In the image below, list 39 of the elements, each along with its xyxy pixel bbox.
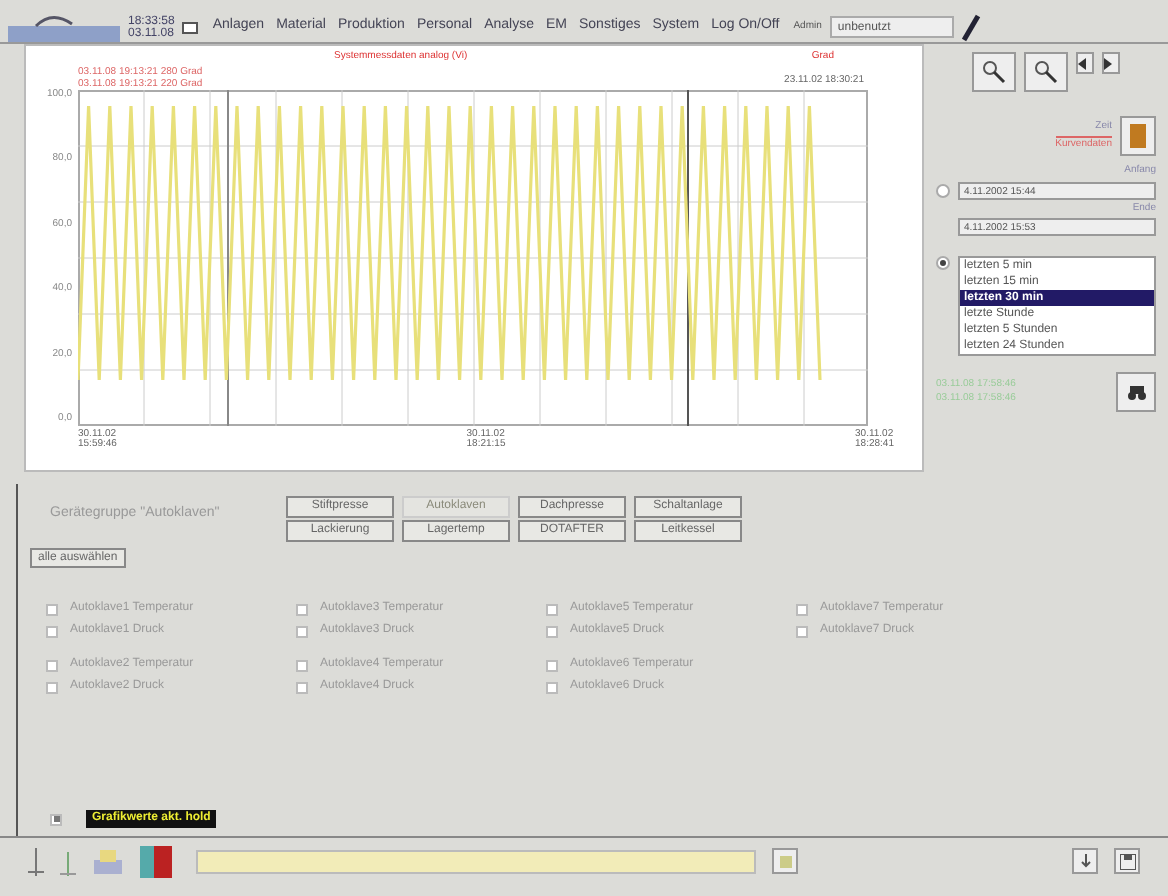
radio-button[interactable] bbox=[936, 183, 950, 197]
radio-button[interactable] bbox=[936, 256, 950, 270]
note-button[interactable] bbox=[772, 848, 798, 874]
magnifier-icon bbox=[982, 60, 1006, 84]
monitor-icon bbox=[182, 21, 199, 33]
checkbox[interactable] bbox=[46, 681, 58, 693]
binoculars-icon bbox=[1127, 385, 1145, 399]
down-arrow-icon bbox=[1079, 854, 1091, 868]
binoculars-button[interactable] bbox=[1116, 372, 1156, 412]
checkbox[interactable] bbox=[296, 625, 308, 637]
checkbox[interactable] bbox=[296, 603, 308, 615]
right-arrow-icon bbox=[1104, 57, 1114, 69]
checkbox[interactable] bbox=[796, 625, 808, 637]
checkbox[interactable] bbox=[796, 603, 808, 615]
checkbox[interactable] bbox=[46, 603, 58, 615]
checkbox[interactable] bbox=[546, 681, 558, 693]
note-icon bbox=[779, 855, 791, 867]
zoom-out-button[interactable] bbox=[972, 52, 1016, 92]
next-button[interactable] bbox=[1102, 52, 1120, 74]
checkbox[interactable] bbox=[546, 603, 558, 615]
magnifier-icon bbox=[1034, 60, 1058, 84]
message-field[interactable] bbox=[196, 849, 756, 873]
door-button[interactable] bbox=[1120, 116, 1156, 156]
checkbox[interactable] bbox=[546, 625, 558, 637]
download-button[interactable] bbox=[1072, 848, 1098, 874]
left-arrow-icon bbox=[1078, 57, 1088, 69]
logo-icon bbox=[8, 13, 120, 41]
zoom-in-button[interactable] bbox=[1024, 52, 1068, 92]
checkbox[interactable] bbox=[296, 681, 308, 693]
logo-mark-icon bbox=[961, 13, 982, 41]
checkbox[interactable] bbox=[46, 625, 58, 637]
previous-button[interactable] bbox=[1076, 52, 1094, 74]
printer-icon bbox=[92, 847, 124, 875]
checkbox[interactable] bbox=[50, 813, 62, 825]
checkbox[interactable] bbox=[46, 659, 58, 671]
checkbox[interactable] bbox=[296, 659, 308, 671]
save-button[interactable] bbox=[1114, 848, 1140, 874]
checkbox[interactable] bbox=[546, 659, 558, 671]
door-icon bbox=[1130, 124, 1146, 148]
